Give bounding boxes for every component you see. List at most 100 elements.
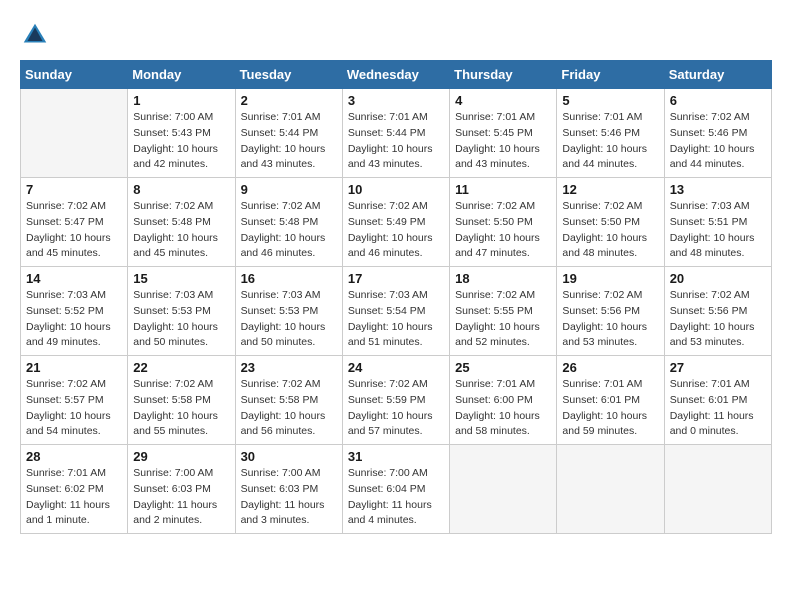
day-cell: [664, 445, 771, 534]
day-cell: 26 Sunrise: 7:01 AM Sunset: 6:01 PM Dayli…: [557, 356, 664, 445]
day-cell: 15 Sunrise: 7:03 AM Sunset: 5:53 PM Dayli…: [128, 267, 235, 356]
day-cell: 3 Sunrise: 7:01 AM Sunset: 5:44 PM Daylig…: [342, 89, 449, 178]
day-cell: 24 Sunrise: 7:02 AM Sunset: 5:59 PM Dayli…: [342, 356, 449, 445]
day-number: 24: [348, 360, 444, 375]
day-number: 20: [670, 271, 766, 286]
day-number: 12: [562, 182, 658, 197]
day-number: 23: [241, 360, 337, 375]
day-info: Sunrise: 7:01 AM Sunset: 5:44 PM Dayligh…: [348, 110, 444, 173]
day-number: 17: [348, 271, 444, 286]
day-number: 3: [348, 93, 444, 108]
calendar-header-row: SundayMondayTuesdayWednesdayThursdayFrid…: [21, 61, 772, 89]
day-info: Sunrise: 7:01 AM Sunset: 5:44 PM Dayligh…: [241, 110, 337, 173]
day-info: Sunrise: 7:02 AM Sunset: 5:58 PM Dayligh…: [133, 377, 229, 440]
day-info: Sunrise: 7:02 AM Sunset: 5:49 PM Dayligh…: [348, 199, 444, 262]
week-row-5: 28Sunrise: 7:01 AM Sunset: 6:02 PM Dayli…: [21, 445, 772, 534]
day-info: Sunrise: 7:02 AM Sunset: 5:48 PM Dayligh…: [133, 199, 229, 262]
day-info: Sunrise: 7:02 AM Sunset: 5:55 PM Dayligh…: [455, 288, 551, 351]
day-number: 2: [241, 93, 337, 108]
day-number: 15: [133, 271, 229, 286]
day-cell: 4 Sunrise: 7:01 AM Sunset: 5:45 PM Daylig…: [450, 89, 557, 178]
day-number: 22: [133, 360, 229, 375]
day-cell: 10Sunrise: 7:02 AM Sunset: 5:49 PM Dayli…: [342, 178, 449, 267]
day-number: 14: [26, 271, 122, 286]
header-sunday: Sunday: [21, 61, 128, 89]
day-number: 1: [133, 93, 229, 108]
day-number: 5: [562, 93, 658, 108]
day-cell: 2 Sunrise: 7:01 AM Sunset: 5:44 PM Daylig…: [235, 89, 342, 178]
day-info: Sunrise: 7:02 AM Sunset: 5:48 PM Dayligh…: [241, 199, 337, 262]
day-cell: 30 Sunrise: 7:00 AM Sunset: 6:03 PM Dayli…: [235, 445, 342, 534]
week-row-3: 14 Sunrise: 7:03 AM Sunset: 5:52 PM Dayli…: [21, 267, 772, 356]
day-number: 27: [670, 360, 766, 375]
day-cell: 19Sunrise: 7:02 AM Sunset: 5:56 PM Dayli…: [557, 267, 664, 356]
day-info: Sunrise: 7:03 AM Sunset: 5:52 PM Dayligh…: [26, 288, 122, 351]
page-header: [20, 20, 772, 50]
day-info: Sunrise: 7:02 AM Sunset: 5:58 PM Dayligh…: [241, 377, 337, 440]
day-cell: 18Sunrise: 7:02 AM Sunset: 5:55 PM Dayli…: [450, 267, 557, 356]
week-row-1: 1Sunrise: 7:00 AM Sunset: 5:43 PM Daylig…: [21, 89, 772, 178]
day-info: Sunrise: 7:01 AM Sunset: 6:01 PM Dayligh…: [670, 377, 766, 440]
header-thursday: Thursday: [450, 61, 557, 89]
header-saturday: Saturday: [664, 61, 771, 89]
day-cell: [450, 445, 557, 534]
day-info: Sunrise: 7:00 AM Sunset: 6:04 PM Dayligh…: [348, 466, 444, 529]
day-info: Sunrise: 7:02 AM Sunset: 5:57 PM Dayligh…: [26, 377, 122, 440]
day-cell: 28Sunrise: 7:01 AM Sunset: 6:02 PM Dayli…: [21, 445, 128, 534]
day-info: Sunrise: 7:02 AM Sunset: 5:56 PM Dayligh…: [670, 288, 766, 351]
day-info: Sunrise: 7:02 AM Sunset: 5:50 PM Dayligh…: [455, 199, 551, 262]
day-number: 7: [26, 182, 122, 197]
day-cell: 12 Sunrise: 7:02 AM Sunset: 5:50 PM Dayli…: [557, 178, 664, 267]
day-info: Sunrise: 7:01 AM Sunset: 6:00 PM Dayligh…: [455, 377, 551, 440]
day-cell: 20 Sunrise: 7:02 AM Sunset: 5:56 PM Dayli…: [664, 267, 771, 356]
header-tuesday: Tuesday: [235, 61, 342, 89]
day-info: Sunrise: 7:00 AM Sunset: 6:03 PM Dayligh…: [133, 466, 229, 529]
day-cell: [21, 89, 128, 178]
day-number: 28: [26, 449, 122, 464]
day-cell: 21 Sunrise: 7:02 AM Sunset: 5:57 PM Dayli…: [21, 356, 128, 445]
day-info: Sunrise: 7:01 AM Sunset: 6:01 PM Dayligh…: [562, 377, 658, 440]
day-info: Sunrise: 7:01 AM Sunset: 5:46 PM Dayligh…: [562, 110, 658, 173]
day-cell: 9 Sunrise: 7:02 AM Sunset: 5:48 PM Daylig…: [235, 178, 342, 267]
day-cell: 27 Sunrise: 7:01 AM Sunset: 6:01 PM Dayli…: [664, 356, 771, 445]
day-number: 29: [133, 449, 229, 464]
day-info: Sunrise: 7:02 AM Sunset: 5:47 PM Dayligh…: [26, 199, 122, 262]
week-row-4: 21 Sunrise: 7:02 AM Sunset: 5:57 PM Dayli…: [21, 356, 772, 445]
day-cell: 22 Sunrise: 7:02 AM Sunset: 5:58 PM Dayli…: [128, 356, 235, 445]
day-number: 8: [133, 182, 229, 197]
day-cell: 31 Sunrise: 7:00 AM Sunset: 6:04 PM Dayli…: [342, 445, 449, 534]
day-cell: 25 Sunrise: 7:01 AM Sunset: 6:00 PM Dayli…: [450, 356, 557, 445]
day-number: 11: [455, 182, 551, 197]
day-info: Sunrise: 7:02 AM Sunset: 5:46 PM Dayligh…: [670, 110, 766, 173]
day-cell: 17Sunrise: 7:03 AM Sunset: 5:54 PM Dayli…: [342, 267, 449, 356]
day-cell: 13 Sunrise: 7:03 AM Sunset: 5:51 PM Dayli…: [664, 178, 771, 267]
week-row-2: 7 Sunrise: 7:02 AM Sunset: 5:47 PM Daylig…: [21, 178, 772, 267]
day-number: 31: [348, 449, 444, 464]
day-number: 16: [241, 271, 337, 286]
day-number: 30: [241, 449, 337, 464]
day-cell: [557, 445, 664, 534]
header-wednesday: Wednesday: [342, 61, 449, 89]
header-friday: Friday: [557, 61, 664, 89]
day-cell: 29 Sunrise: 7:00 AM Sunset: 6:03 PM Dayli…: [128, 445, 235, 534]
day-number: 6: [670, 93, 766, 108]
day-info: Sunrise: 7:02 AM Sunset: 5:59 PM Dayligh…: [348, 377, 444, 440]
day-number: 26: [562, 360, 658, 375]
logo: [20, 20, 54, 50]
day-info: Sunrise: 7:03 AM Sunset: 5:51 PM Dayligh…: [670, 199, 766, 262]
day-cell: 6 Sunrise: 7:02 AM Sunset: 5:46 PM Daylig…: [664, 89, 771, 178]
day-cell: 23 Sunrise: 7:02 AM Sunset: 5:58 PM Dayli…: [235, 356, 342, 445]
day-info: Sunrise: 7:02 AM Sunset: 5:50 PM Dayligh…: [562, 199, 658, 262]
day-number: 25: [455, 360, 551, 375]
day-info: Sunrise: 7:00 AM Sunset: 6:03 PM Dayligh…: [241, 466, 337, 529]
logo-icon: [20, 20, 50, 50]
day-number: 13: [670, 182, 766, 197]
day-number: 21: [26, 360, 122, 375]
day-info: Sunrise: 7:01 AM Sunset: 5:45 PM Dayligh…: [455, 110, 551, 173]
day-number: 4: [455, 93, 551, 108]
day-number: 9: [241, 182, 337, 197]
day-cell: 7 Sunrise: 7:02 AM Sunset: 5:47 PM Daylig…: [21, 178, 128, 267]
calendar-table: SundayMondayTuesdayWednesdayThursdayFrid…: [20, 60, 772, 534]
day-info: Sunrise: 7:03 AM Sunset: 5:53 PM Dayligh…: [241, 288, 337, 351]
day-info: Sunrise: 7:03 AM Sunset: 5:53 PM Dayligh…: [133, 288, 229, 351]
